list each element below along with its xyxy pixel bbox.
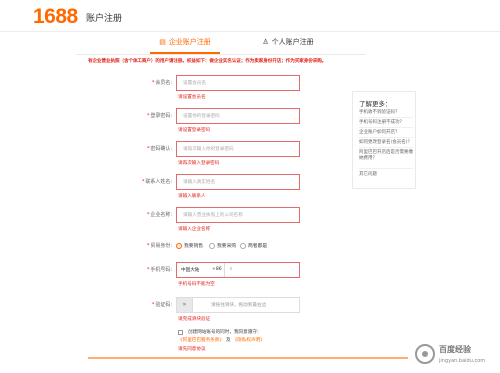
radio-both-dot (240, 242, 246, 249)
slider-handle[interactable]: » (177, 298, 193, 312)
password-confirm-error: 请再次输入登录密码 (178, 161, 220, 166)
password-placeholder: 设置你的登录密码 (183, 114, 220, 119)
radio-buy[interactable]: 我要采购 (209, 242, 236, 249)
password-error: 请设置登录密码 (178, 128, 211, 133)
sidebar-divider (359, 147, 413, 148)
site-header: 1688 账户注册 (0, 0, 500, 32)
company-name-placeholder: 请输入营业执照上的公司名称 (183, 213, 243, 218)
person-icon: ♙ (262, 38, 269, 46)
member-name-error: 请设置会员名 (178, 95, 206, 100)
password-confirm-input[interactable]: 请再次输入你的登录密码 (176, 141, 300, 157)
tab-personal-register[interactable]: ♙ 个人账户注册 (258, 36, 318, 54)
tab-company-register[interactable]: ▤ 企业账户注册 (150, 36, 220, 54)
captcha-hint: 请按住滑块，拖动到最右边 (211, 303, 267, 308)
member-name-input[interactable]: 设置会员名 (176, 75, 300, 91)
sidebar-item-other[interactable]: 其它问题 (359, 172, 415, 178)
member-name-label: *会员名: (151, 80, 172, 86)
company-name-error: 请输入企业名称 (178, 227, 211, 232)
business-identity-label: *贸易身份: (146, 243, 172, 249)
agreement-error: 请先同意协议 (178, 347, 206, 352)
member-name-placeholder: 设置会员名 (183, 81, 206, 86)
paw-icon (415, 344, 435, 364)
radio-buy-dot (209, 242, 215, 249)
radio-sell[interactable]: 我要销售 (176, 242, 203, 249)
sidebar-divider (359, 117, 413, 118)
agreement-text: 创建网站账号的同时，我同意遵守： (188, 330, 262, 335)
sidebar-divider (359, 137, 413, 138)
password-input[interactable]: 设置你的登录密码 (176, 108, 300, 124)
chevron-down-icon: ∨ (229, 266, 233, 272)
sidebar-divider (359, 127, 413, 128)
contact-name-placeholder: 请输入真实姓名 (183, 180, 216, 185)
password-label: *登录密码: (146, 113, 172, 119)
password-confirm-placeholder: 请再次输入你的登录密码 (183, 147, 234, 152)
contact-name-label: *联系人姓名: (141, 179, 172, 185)
company-name-input[interactable]: 请输入营业执照上的公司名称 (176, 207, 300, 223)
page-title: 账户注册 (86, 14, 123, 24)
company-name-label: *企业名称: (146, 212, 172, 218)
submit-bar (88, 357, 408, 359)
tab-divider (76, 54, 366, 55)
tab-personal-label: 个人账户注册 (271, 38, 314, 46)
sidebar-item-phone-fail[interactable]: 手机号码注册不成功？ (359, 120, 415, 126)
radio-both[interactable]: 两者都是 (240, 242, 267, 249)
register-notice: 有企业营业执照（含个体工商户）的用户请注册。权益如下：做企业实名认证；作为卖家身… (88, 58, 326, 64)
phone-input[interactable]: 中国大陆 +86 ∨ (176, 262, 300, 278)
captcha-error: 请完成滑块验证 (178, 317, 211, 322)
agreement-links: 《阿里巴巴服务条款》及《隐私权声明》 (178, 337, 265, 343)
contact-name-input[interactable]: 请输入真实姓名 (176, 174, 300, 190)
sidebar-item-open-shop[interactable]: 企业账户如何开店？ (359, 130, 415, 136)
sidebar-item-change-name[interactable]: 如何更改登录名(会员名)？ (359, 140, 415, 146)
radio-sell-dot (176, 242, 182, 249)
sidebar-divider (359, 168, 413, 169)
building-icon: ▤ (159, 38, 166, 46)
privacy-link[interactable]: 《隐私权声明》 (233, 338, 265, 343)
agreement-and: 及 (225, 338, 231, 343)
captcha-slider[interactable]: » 请按住滑块，拖动到最右边 (176, 297, 300, 313)
help-sidebar: 了解更多： 手机收不到验证码？ 手机号码注册不成功？ 企业账户如何开店？ 如何更… (352, 91, 416, 189)
phone-country-select[interactable]: 中国大陆 +86 ∨ (177, 263, 233, 277)
sidebar-item-fees[interactable]: 阿里巴巴开店后是否需要缴纳费用？ (359, 150, 415, 161)
contact-name-error: 请输入联系人 (178, 194, 206, 199)
baidu-jingyan-watermark: 百度经验 jingyan.baidu.com (415, 338, 500, 373)
phone-label: *手机号码: (146, 267, 172, 273)
watermark-sub: jingyan.baidu.com (439, 358, 486, 364)
notice-part1: 有企业营业执照（含个体工商户）的用户请注册。权益如下： (88, 59, 210, 64)
agreement-checkbox[interactable] (178, 330, 183, 335)
captcha-label: *验证码: (151, 302, 172, 308)
phone-country-name: 中国大陆 (181, 268, 200, 273)
phone-error: 手机号码不能为空 (178, 282, 215, 287)
logo-1688[interactable]: 1688 (33, 5, 78, 29)
sidebar-item-sms[interactable]: 手机收不到验证码？ (359, 110, 415, 116)
notice-part2: 做企业实名认证；作为卖家身份开店；作为买家身份采购。 (209, 59, 327, 64)
watermark-text: 百度经验 (439, 345, 471, 354)
tab-company-label: 企业账户注册 (168, 38, 211, 46)
password-confirm-label: *密码确认: (146, 146, 172, 152)
terms-link[interactable]: 《阿里巴巴服务条款》 (178, 338, 224, 343)
phone-country-code: +86 (212, 267, 222, 272)
sidebar-title: 了解更多： (359, 100, 392, 108)
